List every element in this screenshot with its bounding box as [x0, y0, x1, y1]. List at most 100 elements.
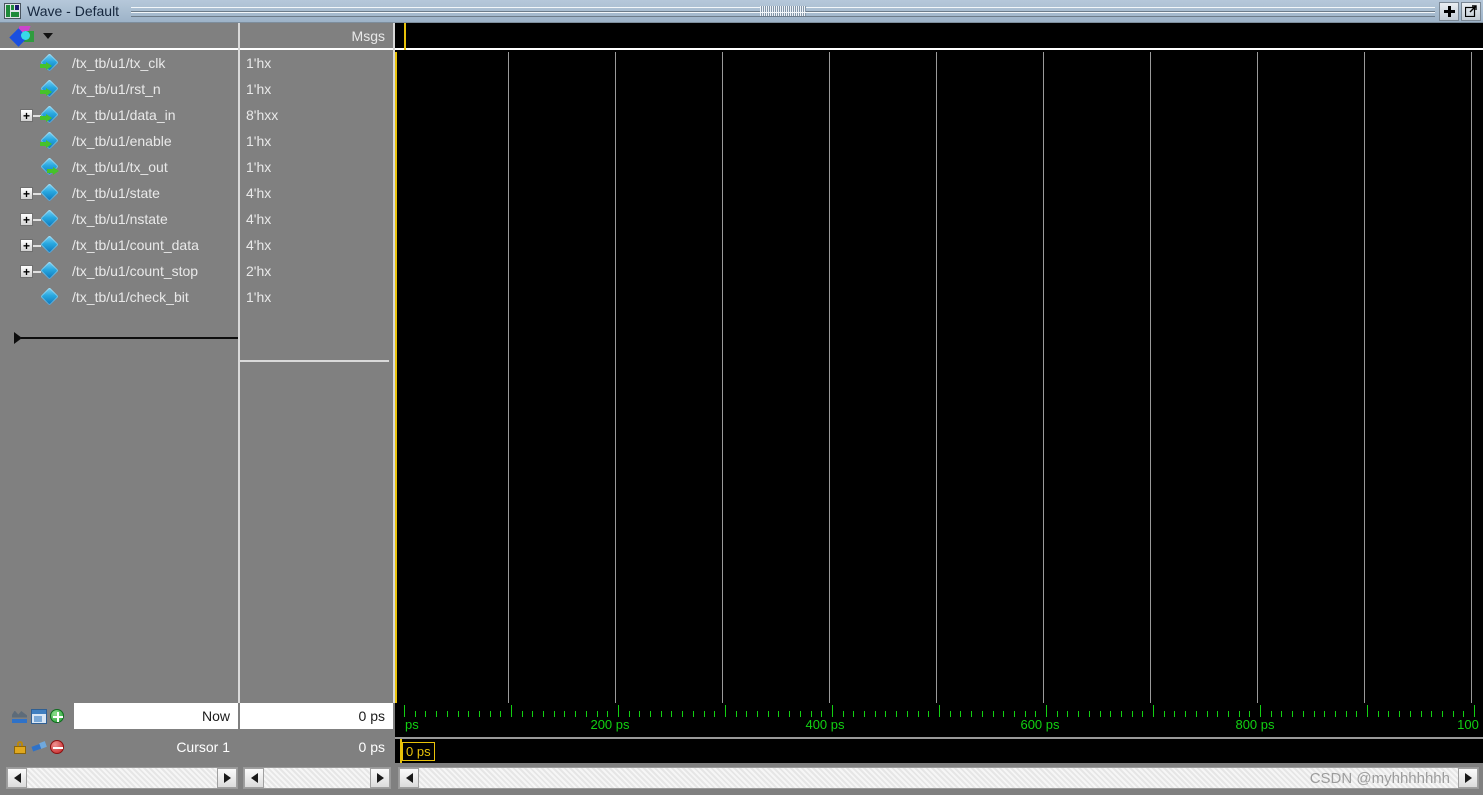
- values-header: Msgs: [240, 23, 393, 50]
- signal-net-icon: [40, 235, 62, 254]
- values-header-label: Msgs: [351, 27, 385, 44]
- waveform-gridline: [722, 52, 723, 703]
- undock-window-button[interactable]: [1461, 1, 1481, 21]
- ruler-major-tick: [1260, 705, 1261, 717]
- ruler-minor-tick: [982, 711, 983, 717]
- ruler-minor-tick: [468, 711, 469, 717]
- signal-row[interactable]: /tx_tb/u1/tx_clk: [0, 50, 238, 76]
- signal-name-label: /tx_tb/u1/tx_out: [72, 159, 168, 175]
- values-hscrollbar[interactable]: [243, 767, 391, 789]
- timeline-ruler[interactable]: ps 200 ps 400 ps 600 ps 800 ps 100: [395, 703, 1483, 739]
- signal-row[interactable]: /tx_tb/u1/tx_out: [0, 154, 238, 180]
- signal-row[interactable]: /tx_tb/u1/state: [0, 180, 238, 206]
- wave-scroll-track[interactable]: CSDN @myhhhhhhh: [419, 768, 1458, 788]
- measure-icon[interactable]: [12, 709, 28, 724]
- signal-value-label: 1'hx: [246, 133, 272, 149]
- ruler-minor-tick: [522, 711, 523, 717]
- ruler-minor-tick: [650, 711, 651, 717]
- signal-name-label: /tx_tb/u1/count_data: [72, 237, 199, 253]
- ruler-minor-tick: [971, 711, 972, 717]
- wave-scroll-right-button[interactable]: [1458, 768, 1478, 788]
- signal-name-label: /tx_tb/u1/nstate: [72, 211, 168, 227]
- signal-row[interactable]: /tx_tb/u1/enable: [0, 128, 238, 154]
- chevron-down-icon[interactable]: [43, 32, 53, 39]
- ruler-minor-tick: [789, 711, 790, 717]
- ruler-minor-tick: [500, 711, 501, 717]
- signal-row[interactable]: /tx_tb/u1/check_bit: [0, 284, 238, 310]
- signal-value-list: 1'hx 1'hx 8'hxx 1'hx 1'hx 4'hx 4'hx 4'hx 2'hx 1'h…: [240, 50, 393, 310]
- ruler-time-label: 800 ps: [1235, 717, 1275, 732]
- values-scroll-left-button[interactable]: [244, 768, 264, 788]
- wave-scroll-left-button[interactable]: [399, 768, 419, 788]
- values-scroll-track[interactable]: [264, 768, 370, 788]
- waveform-canvas[interactable]: [395, 52, 1483, 703]
- delete-cursor-icon[interactable]: [50, 740, 64, 754]
- bottom-bars: Now 0 ps Cursor 1 0 ps ps 200 ps 400 ps 600…: [0, 703, 1483, 795]
- ruler-minor-tick: [778, 711, 779, 717]
- ruler-minor-tick: [693, 711, 694, 717]
- signal-values-pane: Msgs 1'hx 1'hx 8'hxx 1'hx 1'hx 4'hx 4'hx 4'hx 2'…: [240, 23, 393, 703]
- signal-name-label: /tx_tb/u1/count_stop: [72, 263, 199, 279]
- signal-row[interactable]: /tx_tb/u1/nstate: [0, 206, 238, 232]
- wave-window-icon: [4, 3, 21, 19]
- ruler-minor-tick: [1453, 711, 1454, 717]
- titlebar-drag-grip[interactable]: [131, 5, 1435, 17]
- ruler-minor-tick: [1110, 711, 1111, 717]
- cursor-value-band: 0 ps: [395, 739, 1483, 763]
- ruler-minor-tick: [564, 711, 565, 717]
- ruler-minor-tick: [1174, 711, 1175, 717]
- cursor-row[interactable]: Cursor 1 0 ps: [0, 734, 393, 760]
- expand-toggle[interactable]: [20, 187, 33, 200]
- expand-toggle[interactable]: [20, 265, 33, 278]
- ruler-minor-tick: [1442, 711, 1443, 717]
- signal-name-label: /tx_tb/u1/enable: [72, 133, 172, 149]
- expand-toggle[interactable]: [20, 213, 33, 226]
- ruler-minor-tick: [1335, 711, 1336, 717]
- ruler-minor-tick: [425, 711, 426, 717]
- window-title: Wave - Default: [27, 3, 120, 19]
- ruler-minor-tick: [885, 711, 886, 717]
- signal-row[interactable]: /tx_tb/u1/rst_n: [0, 76, 238, 102]
- window-icon[interactable]: [31, 708, 47, 724]
- signal-row[interactable]: /tx_tb/u1/count_stop: [0, 258, 238, 284]
- ruler-start-label: ps: [405, 717, 419, 732]
- ruler-minor-tick: [907, 711, 908, 717]
- ruler-major-tick: [1367, 705, 1368, 717]
- names-scroll-right-button[interactable]: [217, 768, 237, 788]
- titlebar-grip-center: [760, 5, 807, 17]
- values-scroll-right-button[interactable]: [370, 768, 390, 788]
- names-header: [0, 23, 238, 50]
- signal-value-label: 2'hx: [246, 263, 272, 279]
- ruler-major-tick: [511, 705, 512, 717]
- waveform-cursor-line[interactable]: [395, 52, 397, 703]
- ruler-major-tick: [1046, 705, 1047, 717]
- waveform-pane[interactable]: [395, 23, 1483, 703]
- ruler-minor-tick: [1281, 711, 1282, 717]
- signal-net-icon: [40, 261, 62, 280]
- signal-row[interactable]: /tx_tb/u1/data_in: [0, 102, 238, 128]
- ruler-time-label: 600 ps: [1020, 717, 1060, 732]
- expand-toggle[interactable]: [20, 239, 33, 252]
- edit-cursor-icon[interactable]: [31, 740, 47, 755]
- ruler-minor-tick: [896, 711, 897, 717]
- signal-value-label: 4'hx: [246, 237, 272, 253]
- names-hscrollbar[interactable]: [6, 767, 238, 789]
- ruler-minor-tick: [853, 711, 854, 717]
- names-scroll-left-button[interactable]: [7, 768, 27, 788]
- ruler-minor-tick: [1142, 711, 1143, 717]
- ruler-minor-tick: [1378, 711, 1379, 717]
- cursor-time-tag[interactable]: 0 ps: [402, 742, 435, 761]
- cursor-line-header: [404, 23, 406, 50]
- names-scroll-track[interactable]: [27, 768, 217, 788]
- add-cursor-icon[interactable]: [50, 709, 64, 723]
- signal-input-icon: [40, 105, 62, 124]
- dock-maximize-button[interactable]: [1439, 1, 1459, 21]
- now-icon-group: [0, 703, 74, 729]
- signal-row[interactable]: /tx_tb/u1/count_data: [0, 232, 238, 258]
- object-filter-dropdown[interactable]: [0, 25, 53, 47]
- expand-toggle[interactable]: [20, 109, 33, 122]
- lock-icon[interactable]: [12, 740, 28, 755]
- wave-hscrollbar[interactable]: CSDN @myhhhhhhh: [398, 767, 1479, 789]
- ruler-major-tick: [725, 705, 726, 717]
- ruler-minor-tick: [1431, 711, 1432, 717]
